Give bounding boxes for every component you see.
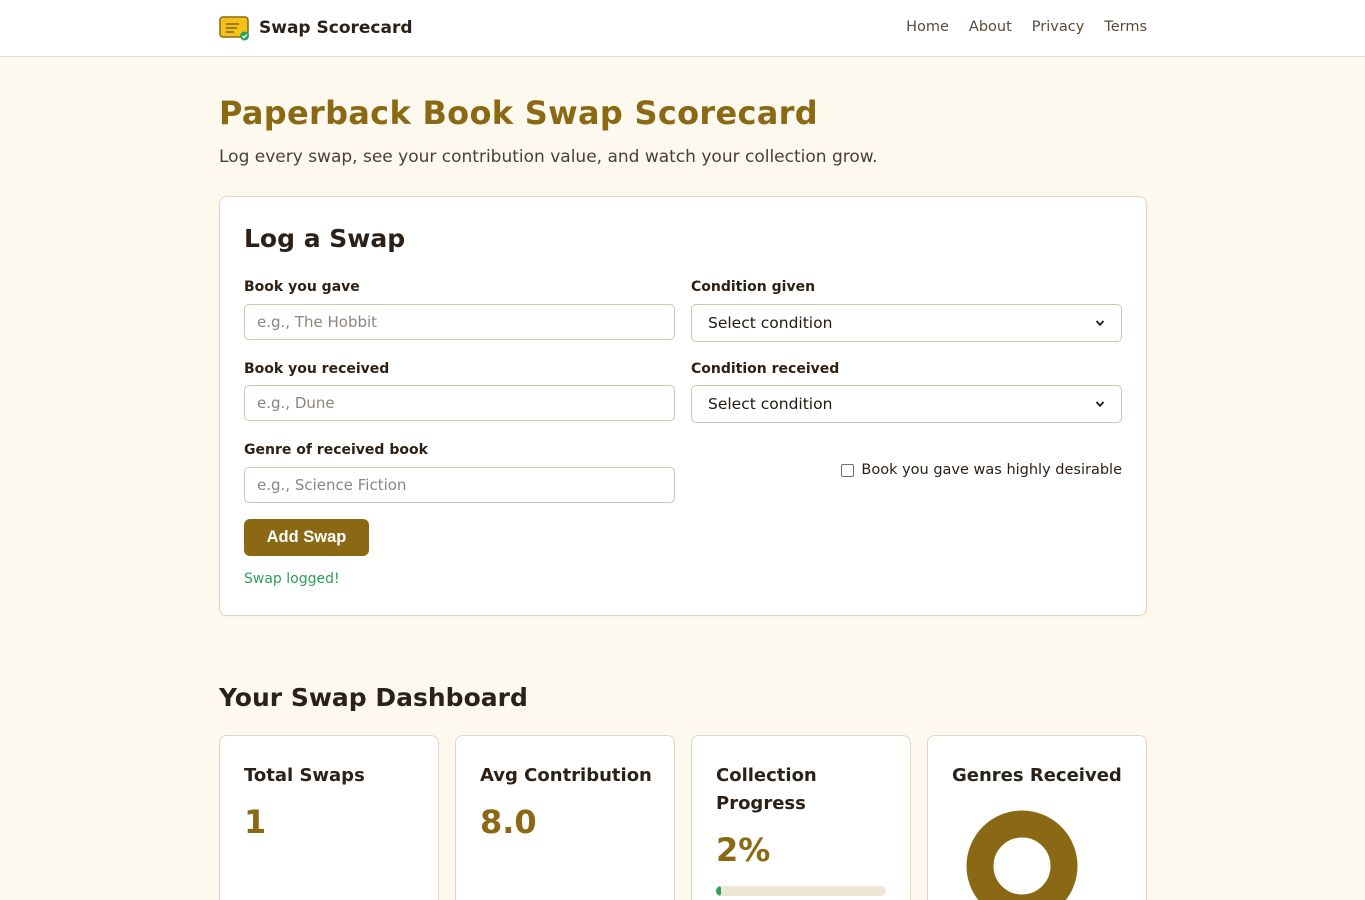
book-received-input[interactable] — [244, 385, 675, 421]
status-message: Swap logged! — [244, 571, 340, 587]
nav-link-terms[interactable]: Terms — [1104, 19, 1147, 35]
stat-value-collection-progress: 2% — [716, 831, 771, 869]
condition-given-select[interactable]: Select condition — [691, 304, 1122, 342]
nav-link-privacy[interactable]: Privacy — [1032, 19, 1085, 35]
page-title: Paperback Book Swap Scorecard — [219, 94, 818, 132]
desirable-checkbox[interactable] — [841, 463, 855, 477]
genres-donut-chart — [966, 810, 1078, 900]
stat-title-avg-contribution: Avg Contribution — [480, 765, 652, 786]
log-swap-card: Log a Swap Book you gave Condition given… — [219, 196, 1147, 616]
ticket-check-icon — [219, 15, 250, 41]
brand-name: Swap Scorecard — [259, 18, 413, 38]
stat-card-genres-received: Genres Received — [927, 735, 1147, 900]
stat-card-total-swaps: Total Swaps 1 — [219, 735, 439, 900]
condition-received-value: Select condition — [708, 395, 833, 413]
nav-link-home[interactable]: Home — [906, 19, 949, 35]
stat-card-avg-contribution: Avg Contribution 8.0 — [455, 735, 675, 900]
dashboard-title: Your Swap Dashboard — [219, 683, 528, 712]
genres-donut-slice — [966, 810, 1078, 900]
genre-label: Genre of received book — [244, 442, 428, 458]
chevron-down-icon — [1095, 320, 1105, 327]
stat-title-genres-received: Genres Received — [952, 765, 1122, 786]
add-swap-button[interactable]: Add Swap — [244, 519, 369, 556]
nav-link-about[interactable]: About — [969, 19, 1012, 35]
chevron-down-icon — [1095, 401, 1105, 408]
genre-input[interactable] — [244, 467, 675, 503]
desirable-checkbox-label: Book you gave was highly desirable — [861, 462, 1122, 478]
page-subtitle: Log every swap, see your contribution va… — [219, 147, 878, 167]
stat-title-collection-progress: Collection Progress — [716, 765, 817, 814]
condition-given-value: Select condition — [708, 314, 833, 332]
condition-received-label: Condition received — [691, 361, 840, 377]
top-navbar: Swap Scorecard Home About Privacy Terms — [0, 0, 1365, 57]
main-nav: Home About Privacy Terms — [906, 19, 1147, 35]
log-swap-title: Log a Swap — [244, 224, 406, 253]
condition-received-select[interactable]: Select condition — [691, 385, 1122, 423]
book-gave-input[interactable] — [244, 304, 675, 340]
book-received-label: Book you received — [244, 361, 390, 377]
stat-value-total-swaps: 1 — [244, 803, 267, 841]
stat-value-avg-contribution: 8.0 — [480, 803, 537, 841]
condition-given-label: Condition given — [691, 279, 816, 295]
stat-card-collection-progress: Collection Progress 2% — [691, 735, 911, 900]
stat-title-total-swaps: Total Swaps — [244, 765, 365, 786]
book-gave-label: Book you gave — [244, 279, 360, 295]
collection-progress-fill — [716, 886, 722, 896]
collection-progress-bar — [716, 886, 886, 896]
brand[interactable]: Swap Scorecard — [219, 15, 413, 41]
desirable-checkbox-row[interactable]: Book you gave was highly desirable — [841, 462, 1122, 478]
